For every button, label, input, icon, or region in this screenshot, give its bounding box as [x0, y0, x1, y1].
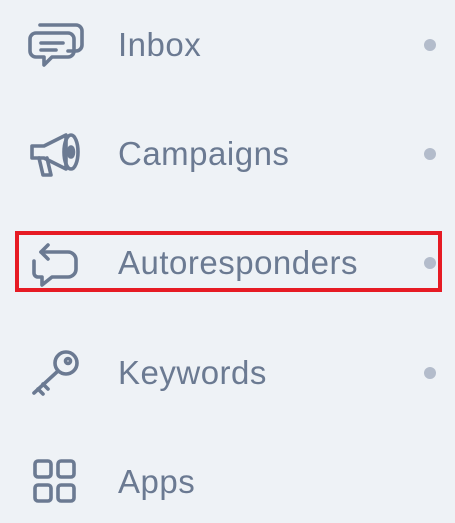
- nav-item-keywords[interactable]: Keywords: [0, 343, 455, 403]
- status-dot: [424, 148, 436, 160]
- nav-item-label: Inbox: [118, 26, 202, 63]
- sidebar-nav: Inbox Campaigns Autoresponders Keywords …: [0, 0, 455, 523]
- nav-item-label: Keywords: [118, 354, 267, 391]
- nav-item-label: Autoresponders: [118, 244, 358, 281]
- key-icon: [28, 349, 86, 397]
- status-dot: [424, 257, 436, 269]
- nav-item-campaigns[interactable]: Campaigns: [0, 124, 455, 184]
- grid-icon: [28, 458, 86, 506]
- nav-item-label: Apps: [118, 463, 196, 500]
- megaphone-icon: [28, 130, 86, 178]
- reply-bubble-icon: [28, 239, 86, 287]
- nav-item-autoresponders[interactable]: Autoresponders: [0, 233, 455, 293]
- status-dot: [424, 367, 436, 379]
- chat-bubbles-icon: [28, 21, 86, 69]
- nav-item-inbox[interactable]: Inbox: [0, 15, 455, 75]
- status-dot: [424, 39, 436, 51]
- nav-item-apps[interactable]: Apps: [0, 452, 455, 512]
- nav-item-label: Campaigns: [118, 135, 290, 172]
